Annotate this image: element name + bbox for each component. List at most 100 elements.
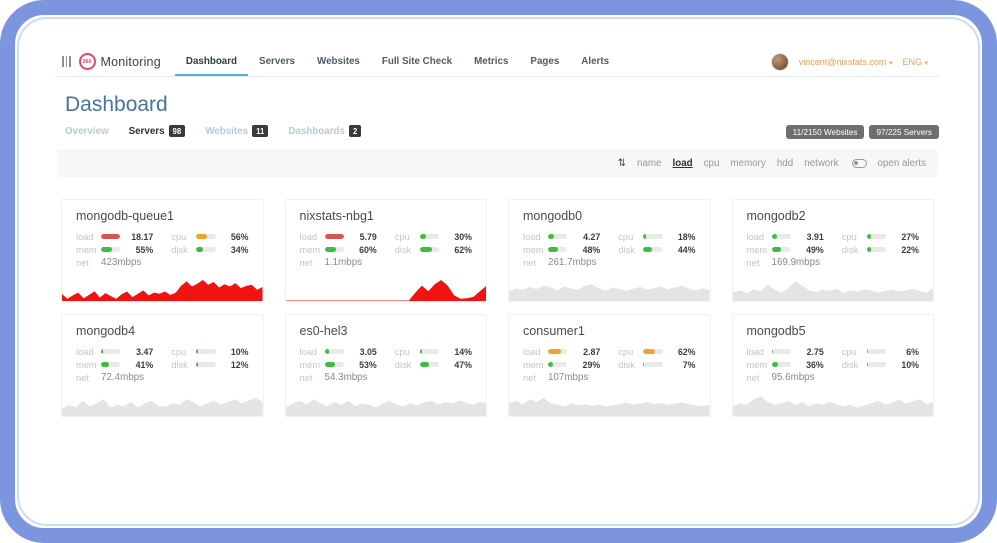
tab-count-badge: 98 [169,125,186,137]
sort-option-network[interactable]: network [804,158,838,169]
nav-item-dashboard[interactable]: Dashboard [175,47,248,76]
server-name: nixstats-nbg1 [286,200,487,226]
brand-logo[interactable]: 360 Monitoring [79,47,161,76]
network-speed-value: 1.1mbps [325,257,363,268]
metric-bar-track [101,362,120,367]
metric-label: disk [395,360,420,370]
tab-label: Dashboards [288,126,345,137]
tab-servers[interactable]: Servers98 [129,125,186,137]
metric-bar-fill [772,349,774,354]
server-card-consumer1[interactable]: consumer1 load2.87 mem29% net107mbps cpu… [508,314,711,417]
metric-value: 62% [670,347,696,357]
metric-value: 6% [893,347,919,357]
network-speed-value: 72.4mbps [101,372,144,383]
tab-label: Overview [65,126,109,137]
metric-bar-fill [196,362,198,367]
metric-row-mem: mem48% [523,243,600,256]
metric-label: mem [76,245,101,255]
metric-row-load: load3.47 [76,345,153,358]
metric-label: disk [395,245,420,255]
sort-icon: ⇅ [618,158,626,169]
tab-overview[interactable]: Overview [65,126,109,137]
apps-grid-icon[interactable] [62,56,71,67]
sort-option-load[interactable]: load [673,158,693,169]
metric-value: 53% [351,360,377,370]
metric-label: cpu [171,347,196,357]
nav-item-pages[interactable]: Pages [519,47,570,76]
metric-row-load: load3.05 [300,345,377,358]
tab-dashboards[interactable]: Dashboards2 [288,125,361,137]
sort-option-cpu[interactable]: cpu [704,158,720,169]
metric-label: load [747,232,772,242]
app-window: 360 Monitoring DashboardServersWebsitesF… [55,47,940,525]
metric-bar-track [867,247,886,252]
metric-bar-fill [867,362,869,367]
metric-value: 2.87 [574,347,600,357]
server-card-mongodb4[interactable]: mongodb4 load3.47 mem41% net72.4mbps cpu… [61,314,264,417]
nav-item-servers[interactable]: Servers [248,47,306,76]
metric-bar-fill [867,247,871,252]
metric-row-cpu: cpu18% [618,230,695,243]
metric-label: net [76,258,101,268]
metric-label: load [747,347,772,357]
metric-label: net [300,373,325,383]
metric-bar-fill [196,234,207,239]
metric-label: cpu [395,347,420,357]
sort-option-name[interactable]: name [637,158,662,169]
tab-websites[interactable]: Websites11 [205,125,268,137]
metric-bar-fill [643,234,646,239]
metric-row-mem: mem60% [300,243,377,256]
metric-bar-track [325,362,344,367]
metric-row-net: net95.6mbps [747,371,824,384]
server-card-mongodb2[interactable]: mongodb2 load3.91 mem49% net169.9mbps cp… [732,199,935,302]
summary-badges: 11/2150 Websites97/225 Servers [786,125,939,139]
metric-bar-fill [325,234,344,239]
metric-label: mem [76,360,101,370]
screenshot-canvas: 360 Monitoring DashboardServersWebsitesF… [0,0,997,543]
metric-bar-track [772,362,791,367]
metric-value: 36% [798,360,824,370]
metric-label: load [76,347,101,357]
metric-label: load [523,232,548,242]
sort-option-hdd[interactable]: hdd [777,158,793,169]
metric-bar-fill [101,349,103,354]
nav-item-full-site-check[interactable]: Full Site Check [371,47,463,76]
user-avatar[interactable] [771,53,789,71]
metric-label: load [300,347,325,357]
metric-label: net [523,373,548,383]
metric-bar-fill [101,362,109,367]
server-card-nixstats-nbg1[interactable]: nixstats-nbg1 load5.79 mem60% net1.1mbps… [285,199,488,302]
network-speed-value: 423mbps [101,257,141,268]
open-alerts-toggle[interactable] [852,159,867,168]
metric-value: 10% [893,360,919,370]
metric-row-load: load5.79 [300,230,377,243]
metric-bar-fill [643,349,655,354]
server-card-mongodb-queue1[interactable]: mongodb-queue1 load18.17 mem55% net423mb… [61,199,264,302]
server-metrics: load3.47 mem41% net72.4mbps cpu10% disk1… [62,341,263,384]
nav-item-alerts[interactable]: Alerts [570,47,620,76]
network-sparkline-chart [286,271,487,301]
metric-bar-fill [548,362,553,367]
metric-row-cpu: cpu30% [395,230,472,243]
user-menu[interactable]: vincent@nixstats.com ▾ [799,57,893,67]
metric-bar-fill [420,234,426,239]
nav-item-websites[interactable]: Websites [306,47,371,76]
metric-bar-fill [325,362,335,367]
metric-value: 34% [223,245,249,255]
metric-bar-fill [196,247,203,252]
metric-bar-track [420,247,439,252]
language-menu[interactable]: ENG ▾ [902,57,928,67]
metric-bar-track [548,234,567,239]
metric-value: 30% [446,232,472,242]
metric-bar-track [101,349,120,354]
metric-value: 44% [670,245,696,255]
metric-bar-track [101,234,120,239]
nav-item-metrics[interactable]: Metrics [463,47,519,76]
sort-option-memory[interactable]: memory [730,158,765,169]
server-card-mongodb5[interactable]: mongodb5 load2.75 mem36% net95.6mbps cpu… [732,314,935,417]
metric-row-disk: disk62% [395,243,472,256]
metric-value: 18.17 [127,232,153,242]
server-card-es0-hel3[interactable]: es0-hel3 load3.05 mem53% net54.3mbps cpu… [285,314,488,417]
open-alerts-label[interactable]: open alerts [878,158,926,169]
server-card-mongodb0[interactable]: mongodb0 load4.27 mem48% net261.7mbps cp… [508,199,711,302]
